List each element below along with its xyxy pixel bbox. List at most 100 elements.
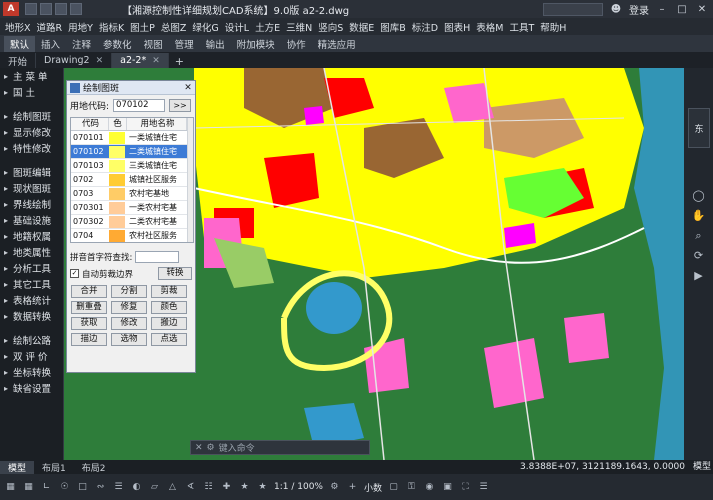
ribbon-tab[interactable]: 默认 bbox=[4, 35, 36, 52]
lineweight-icon[interactable]: ☰ bbox=[112, 481, 125, 494]
dialog-close-icon[interactable]: ✕ bbox=[181, 82, 195, 94]
menu-item[interactable]: 指标K bbox=[96, 20, 127, 34]
left-panel-item[interactable]: ▸ 特性修改 bbox=[0, 140, 63, 156]
login-link[interactable]: 登录 bbox=[629, 2, 649, 17]
dialog-action-button[interactable]: 剪裁 bbox=[151, 285, 187, 298]
expand-button[interactable]: >> bbox=[169, 99, 192, 112]
osnap-icon[interactable]: □ bbox=[76, 481, 89, 494]
land-parcel[interactable] bbox=[304, 106, 324, 125]
land-code-input[interactable]: 070102 bbox=[113, 99, 166, 112]
left-panel-item[interactable]: ▸ 表格统计 bbox=[0, 292, 63, 308]
menu-item[interactable]: 工具T bbox=[506, 20, 537, 34]
ortho-icon[interactable]: ∟ bbox=[40, 481, 53, 494]
lock-ui-icon[interactable]: ⚿ bbox=[405, 481, 418, 494]
zoom-icon[interactable]: ⌕ bbox=[691, 228, 706, 243]
command-line[interactable]: ✕ ⚙ 键入命令 bbox=[190, 440, 370, 455]
command-settings-icon[interactable]: ⚙ bbox=[207, 443, 215, 453]
left-panel-item[interactable]: ▸ 绘制图斑 bbox=[0, 108, 63, 124]
dialog-action-button[interactable]: 描边 bbox=[71, 333, 107, 346]
menu-item[interactable]: 图表H bbox=[441, 20, 473, 34]
print-icon[interactable] bbox=[70, 3, 82, 15]
menu-item[interactable]: 道路R bbox=[34, 20, 66, 34]
menu-item[interactable]: 图库B bbox=[377, 20, 409, 34]
annotation-monitor-icon[interactable]: + bbox=[346, 481, 359, 494]
left-panel-item[interactable]: ▸ 地类属性 bbox=[0, 244, 63, 260]
ribbon-tab[interactable]: 精选应用 bbox=[312, 36, 362, 52]
table-scrollbar[interactable] bbox=[187, 118, 193, 242]
showmotion-icon[interactable]: ▶ bbox=[691, 268, 706, 283]
table-row[interactable]: 070302 二类农村宅基 bbox=[71, 215, 193, 229]
dialog-action-button[interactable]: 修改 bbox=[111, 317, 147, 330]
dialog-action-button[interactable]: 搬边 bbox=[151, 317, 187, 330]
left-panel-item[interactable]: ▸ 国 土 bbox=[0, 84, 63, 100]
workspace-icon[interactable]: ⚙ bbox=[328, 481, 341, 494]
menu-item[interactable]: 图土P bbox=[127, 20, 158, 34]
orbit-icon[interactable]: ⟳ bbox=[691, 248, 706, 263]
layout-tab[interactable]: 布局2 bbox=[74, 461, 114, 474]
left-panel-item[interactable]: ▸ 界线绘制 bbox=[0, 196, 63, 212]
table-row[interactable]: 0704 农村社区服务 bbox=[71, 229, 193, 242]
ribbon-tab[interactable]: 输出 bbox=[200, 36, 231, 52]
menu-item[interactable]: 数据E bbox=[346, 20, 377, 34]
hardware-acceleration-icon[interactable]: ▣ bbox=[441, 481, 454, 494]
left-panel-item[interactable]: ▸ 图斑编辑 bbox=[0, 164, 63, 180]
dialog-action-button[interactable]: 合并 bbox=[71, 285, 107, 298]
dynamic-ucs-icon[interactable]: ∢ bbox=[184, 481, 197, 494]
ribbon-tab[interactable]: 参数化 bbox=[97, 36, 138, 52]
land-parcel[interactable] bbox=[564, 313, 609, 363]
layout-tab[interactable]: 布局1 bbox=[34, 461, 74, 474]
selection-cycling-icon[interactable]: ▱ bbox=[148, 481, 161, 494]
menu-item[interactable]: 地形X bbox=[2, 20, 34, 34]
maximize-icon[interactable]: □ bbox=[675, 4, 689, 16]
quick-properties-icon[interactable]: ▢ bbox=[387, 481, 400, 494]
minimize-icon[interactable]: – bbox=[655, 4, 669, 16]
auto-clip-checkbox[interactable]: ✓ bbox=[70, 269, 79, 278]
lake[interactable] bbox=[306, 282, 362, 334]
document-tab[interactable]: 开始 bbox=[0, 53, 37, 68]
land-parcel[interactable] bbox=[484, 338, 544, 408]
menu-item[interactable]: 三维N bbox=[283, 20, 315, 34]
menu-item[interactable]: 总图Z bbox=[158, 20, 190, 34]
menu-item[interactable]: 帮助H bbox=[537, 20, 569, 34]
land-parcel[interactable] bbox=[364, 338, 409, 393]
transform-button[interactable]: 转换 bbox=[158, 267, 192, 280]
ribbon-tab[interactable]: 协作 bbox=[281, 36, 312, 52]
table-row[interactable]: 070102 二类城镇住宅 bbox=[71, 145, 193, 159]
command-close-icon[interactable]: ✕ bbox=[195, 443, 203, 453]
tab-close-icon[interactable]: ✕ bbox=[152, 56, 160, 66]
layout-tab[interactable]: 模型 bbox=[0, 460, 35, 474]
new-tab-icon[interactable]: + bbox=[169, 55, 190, 68]
left-panel-item[interactable]: ▸ 主 菜 单 bbox=[0, 68, 63, 84]
user-icon[interactable]: ☻ bbox=[609, 4, 623, 16]
left-panel-item[interactable]: ▸ 双 评 价 bbox=[0, 348, 63, 364]
dialog-action-button[interactable]: 点选 bbox=[151, 333, 187, 346]
open-file-icon[interactable] bbox=[40, 3, 52, 15]
new-file-icon[interactable] bbox=[25, 3, 37, 15]
table-row[interactable]: 070103 三类城镇住宅 bbox=[71, 159, 193, 173]
menu-item[interactable]: 绿化G bbox=[189, 20, 221, 34]
dialog-action-button[interactable]: 颜色 bbox=[151, 301, 187, 314]
left-panel-item[interactable]: ▸ 分析工具 bbox=[0, 260, 63, 276]
left-panel-item[interactable]: ▸ 缺省设置 bbox=[0, 380, 63, 396]
close-icon[interactable]: ✕ bbox=[695, 4, 709, 16]
save-icon[interactable] bbox=[55, 3, 67, 15]
dialog-action-button[interactable]: 选物 bbox=[111, 333, 147, 346]
snap-icon[interactable]: ▦ bbox=[22, 481, 35, 494]
ribbon-tab[interactable]: 附加模块 bbox=[231, 36, 281, 52]
left-panel-item[interactable]: ▸ 坐标转换 bbox=[0, 364, 63, 380]
pinyin-search-input[interactable] bbox=[135, 251, 180, 263]
3d-osnap-icon[interactable]: △ bbox=[166, 481, 179, 494]
ribbon-tab[interactable]: 管理 bbox=[169, 36, 200, 52]
table-row[interactable]: 070301 一类农村宅基 bbox=[71, 201, 193, 215]
otrack-icon[interactable]: ∾ bbox=[94, 481, 107, 494]
menu-item[interactable]: 竖向S bbox=[315, 20, 346, 34]
left-panel-item[interactable]: ▸ 地籍权属 bbox=[0, 228, 63, 244]
table-row[interactable]: 0702 城镇社区服务 bbox=[71, 173, 193, 187]
dialog-titlebar[interactable]: 绘制图斑 ✕ bbox=[67, 81, 195, 95]
viewcube[interactable]: 东 bbox=[688, 108, 710, 148]
document-tab[interactable]: Drawing2 ✕ bbox=[36, 53, 113, 68]
search-input[interactable] bbox=[543, 3, 603, 16]
clean-screen-icon[interactable]: ⛶ bbox=[459, 481, 472, 494]
left-panel-item[interactable]: ▸ 绘制公路 bbox=[0, 332, 63, 348]
left-panel-item[interactable]: ▸ 现状图斑 bbox=[0, 180, 63, 196]
